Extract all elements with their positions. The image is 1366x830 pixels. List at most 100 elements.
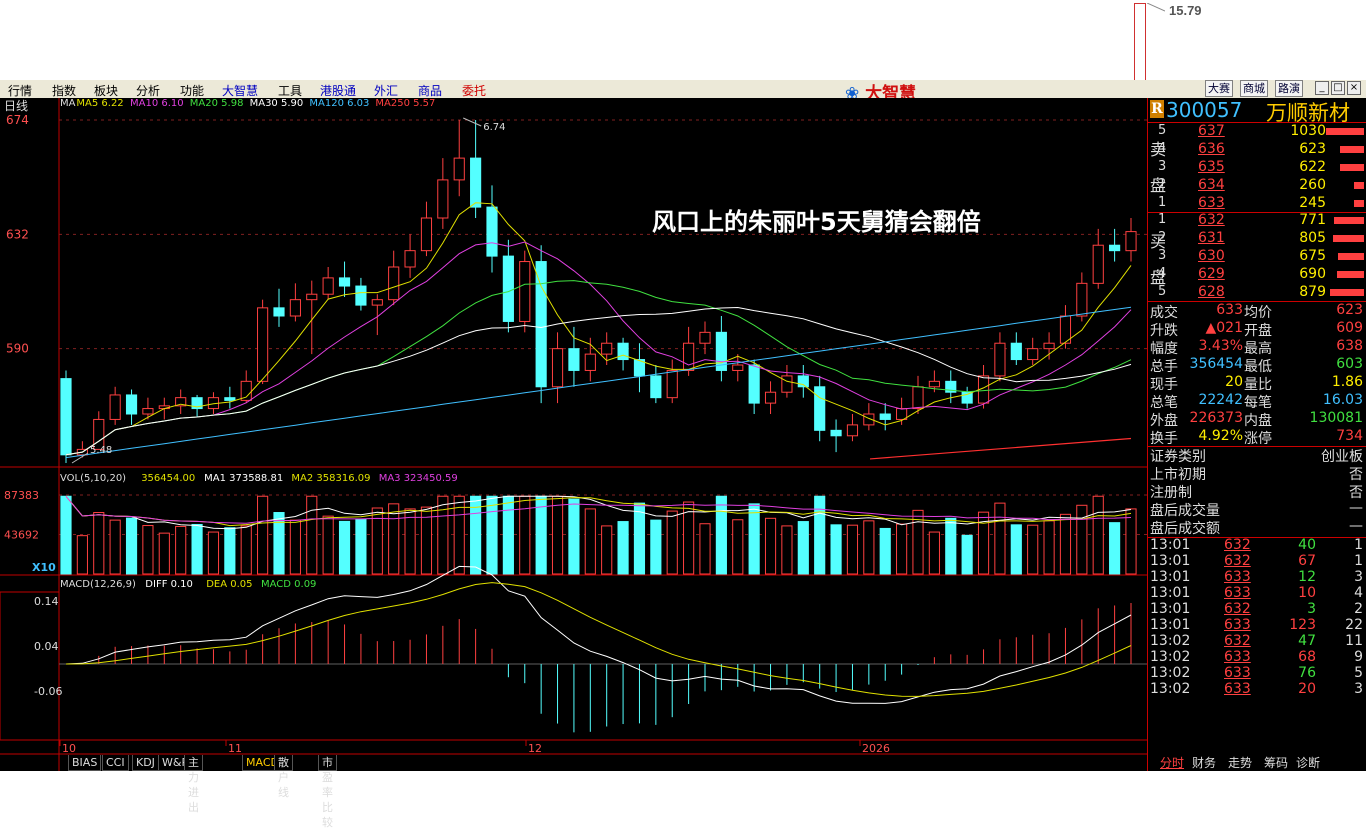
kline-chart-area[interactable]: 日线 MA MA5 6.22 MA10 6.10 MA20 5.98 MA30 5.90 M… bbox=[0, 98, 1147, 771]
candle-body bbox=[470, 157, 482, 208]
tick-time: 13:01 bbox=[1150, 537, 1191, 553]
tick-price: 633 bbox=[1224, 617, 1251, 633]
tick-price: 633 bbox=[1224, 569, 1251, 585]
menu-item-4[interactable]: 功能 bbox=[180, 82, 204, 99]
ma120-line bbox=[65, 306, 1132, 459]
ask-price[interactable]: 634 bbox=[1198, 177, 1225, 193]
volume-bar bbox=[322, 515, 334, 575]
bid-price[interactable]: 628 bbox=[1198, 284, 1225, 300]
info-label: 注册制 bbox=[1150, 485, 1192, 501]
candle-body bbox=[453, 157, 465, 181]
toolbar-button-2[interactable]: 路演 bbox=[1275, 80, 1303, 97]
volume-bar bbox=[191, 523, 203, 575]
menu-item-3[interactable]: 分析 bbox=[136, 82, 160, 99]
candle-body bbox=[322, 277, 334, 295]
tick-count: 9 bbox=[1354, 649, 1363, 665]
volume-bar bbox=[486, 495, 498, 575]
stat-label: 成交 bbox=[1150, 305, 1178, 321]
bid-price[interactable]: 629 bbox=[1198, 266, 1225, 282]
volume-bar bbox=[158, 532, 170, 575]
menu-item-8[interactable]: 外汇 bbox=[374, 82, 398, 99]
indicator-tab-6[interactable]: 散户线 bbox=[274, 755, 293, 799]
stat-value: 356454 bbox=[1189, 356, 1243, 372]
candle-body bbox=[912, 386, 924, 410]
minimize-icon[interactable]: _ bbox=[1315, 81, 1329, 95]
volume-bar bbox=[551, 495, 564, 575]
vol-label-2: MA1 373588.81 bbox=[204, 473, 283, 484]
volume-bar bbox=[617, 521, 629, 575]
quote-tab-2[interactable]: 走势 bbox=[1228, 754, 1252, 771]
stat-label: 最高 bbox=[1244, 341, 1272, 357]
indicator-tab-1[interactable]: CCI bbox=[102, 755, 129, 771]
maximize-icon[interactable]: □ bbox=[1331, 81, 1345, 95]
indicator-tab-4[interactable]: 主力进出 bbox=[184, 755, 203, 814]
period-label: 日线 bbox=[4, 99, 28, 113]
candle-body bbox=[1125, 231, 1137, 252]
tick-time: 13:02 bbox=[1150, 681, 1191, 697]
candle-body bbox=[830, 429, 842, 437]
candle-body bbox=[486, 206, 498, 257]
bid-volume-bar bbox=[1334, 217, 1364, 224]
volume-bar bbox=[437, 495, 449, 575]
bid-price[interactable]: 631 bbox=[1198, 230, 1225, 246]
volume-bar bbox=[781, 525, 793, 575]
bid-price[interactable]: 632 bbox=[1198, 212, 1225, 228]
stat-label: 现手 bbox=[1150, 377, 1178, 393]
volume-bar bbox=[60, 495, 72, 575]
bid-volume: 879 bbox=[1299, 284, 1326, 300]
candle-body bbox=[650, 375, 662, 399]
tick-time: 13:01 bbox=[1150, 617, 1191, 633]
ask-price[interactable]: 637 bbox=[1198, 123, 1225, 139]
macd-label-3: MACD 0.09 bbox=[261, 579, 316, 590]
high-label: 6.74 bbox=[483, 122, 505, 133]
menu-item-9[interactable]: 商品 bbox=[418, 82, 442, 99]
volume-bar bbox=[863, 520, 875, 575]
menu-item-6[interactable]: 工具 bbox=[278, 82, 302, 99]
toolbar-button-0[interactable]: 大赛 bbox=[1205, 80, 1233, 97]
menu-item-7[interactable]: 港股通 bbox=[320, 82, 356, 99]
volume-bar bbox=[1092, 495, 1104, 575]
menu-item-2[interactable]: 板块 bbox=[94, 82, 118, 99]
menu-item-5[interactable]: 大智慧 bbox=[222, 82, 258, 99]
low-label: 5.48 bbox=[90, 445, 112, 456]
quote-tab-1[interactable]: 财务 bbox=[1192, 754, 1216, 771]
bid-price[interactable]: 630 bbox=[1198, 248, 1225, 264]
ma5-line bbox=[65, 202, 1132, 456]
x-label-1: 11 bbox=[228, 742, 242, 755]
volume-bar bbox=[928, 531, 940, 575]
toolbar-button-1[interactable]: 商城 bbox=[1240, 80, 1268, 97]
stat-value: 20 bbox=[1225, 374, 1243, 390]
menu-item-1[interactable]: 指数 bbox=[52, 82, 76, 99]
quote-tab-3[interactable]: 筹码 bbox=[1264, 754, 1288, 771]
volume-bar bbox=[568, 498, 580, 575]
ask-price[interactable]: 635 bbox=[1198, 159, 1225, 175]
tick-price: 632 bbox=[1224, 537, 1251, 553]
ma250-line bbox=[869, 437, 1132, 460]
indicator-tab-2[interactable]: KDJ bbox=[132, 755, 159, 771]
quote-tab-4[interactable]: 诊断 bbox=[1296, 754, 1320, 771]
stat-label: 量比 bbox=[1244, 377, 1272, 393]
ask-price[interactable]: 633 bbox=[1198, 195, 1225, 211]
tick-count: 1 bbox=[1354, 553, 1363, 569]
volume-bar bbox=[142, 525, 154, 575]
ask-price[interactable]: 636 bbox=[1198, 141, 1225, 157]
volume-bar bbox=[93, 512, 105, 575]
tick-count: 4 bbox=[1354, 585, 1363, 601]
volume-bar bbox=[338, 520, 351, 575]
y-tick-1: 632 bbox=[6, 227, 29, 241]
ask-volume-bar bbox=[1326, 128, 1364, 135]
indicator-tab-0[interactable]: BIAS bbox=[68, 755, 102, 771]
close-icon[interactable]: × bbox=[1347, 81, 1361, 95]
candle-body bbox=[781, 375, 793, 393]
menu-item-10[interactable]: 委托 bbox=[462, 82, 486, 99]
tick-count: 5 bbox=[1354, 665, 1363, 681]
volume-bar bbox=[846, 524, 859, 575]
quote-tab-0[interactable]: 分时 bbox=[1160, 754, 1184, 771]
tick-volume: 40 bbox=[1298, 537, 1316, 553]
sell-label: 卖 bbox=[1150, 140, 1167, 159]
indicator-tab-7[interactable]: 市盈率比较 bbox=[318, 755, 337, 829]
candle-body bbox=[388, 266, 400, 301]
menu-item-0[interactable]: 行情 bbox=[8, 82, 32, 99]
info-value: 否 bbox=[1349, 467, 1363, 483]
volume-bar bbox=[764, 517, 777, 575]
